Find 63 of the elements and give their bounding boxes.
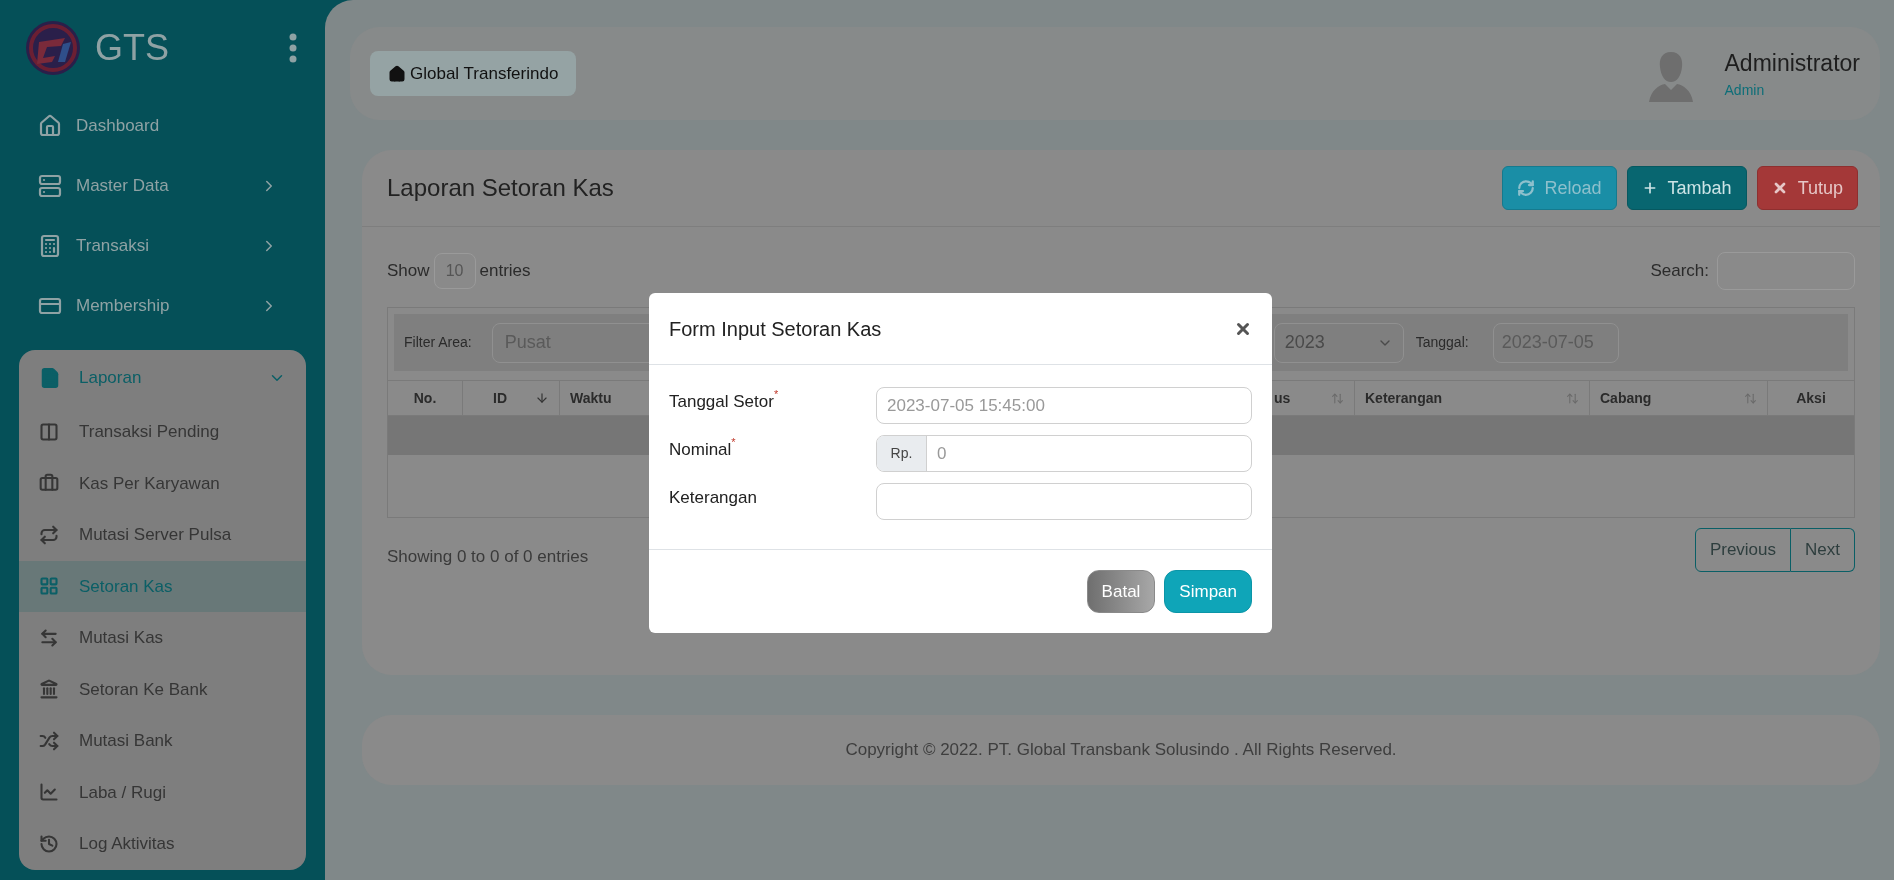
input-field[interactable]: 2023-07-05 15:45:00 bbox=[876, 387, 1252, 424]
field-label: Nominal bbox=[669, 440, 732, 461]
menu-icon bbox=[39, 782, 59, 803]
pagination-button[interactable]: Previous bbox=[1694, 528, 1792, 572]
document-icon bbox=[39, 367, 61, 389]
sidebar-item[interactable]: Transaksi bbox=[0, 216, 325, 276]
field-label: Tanggal Setor bbox=[669, 391, 774, 413]
column-header[interactable]: Keterangan bbox=[1355, 381, 1590, 415]
show-label: Show bbox=[387, 260, 430, 283]
menu-icon bbox=[38, 234, 62, 258]
table-info: Showing 0 to 0 of 0 entries bbox=[387, 546, 589, 569]
submenu-item[interactable]: Setoran Ke Bank bbox=[19, 663, 306, 715]
sidebar-item[interactable]: Master Data bbox=[0, 156, 325, 216]
input-field[interactable] bbox=[876, 483, 1252, 520]
sidebar-item[interactable]: Membership bbox=[0, 276, 325, 336]
menu-icon bbox=[39, 524, 59, 545]
refresh-icon bbox=[1516, 179, 1535, 197]
menu-icon bbox=[39, 730, 59, 751]
amount-field[interactable]: Rp. 0 bbox=[876, 435, 1252, 472]
user-name: Administrator bbox=[1724, 48, 1860, 78]
card-title: Laporan Setoran Kas bbox=[387, 173, 614, 203]
add-button[interactable]: Tambah bbox=[1626, 166, 1747, 210]
menu-icon bbox=[39, 679, 59, 700]
user-role: Admin bbox=[1724, 81, 1766, 101]
required-mark: * bbox=[773, 389, 779, 400]
menu-icon bbox=[39, 473, 59, 494]
kebab-menu-icon[interactable] bbox=[289, 33, 297, 63]
field-label: Keterangan bbox=[669, 487, 757, 509]
submenu-item[interactable]: Mutasi Bank bbox=[19, 715, 306, 767]
column-header[interactable]: ID bbox=[463, 381, 560, 415]
logo-icon bbox=[25, 20, 81, 76]
close-button[interactable]: Tutup bbox=[1756, 166, 1858, 210]
entries-label: entries bbox=[479, 260, 531, 283]
submenu-item[interactable]: Kas Per Karyawan bbox=[19, 457, 306, 509]
column-header[interactable]: Cabang bbox=[1590, 381, 1768, 415]
menu-icon bbox=[39, 833, 59, 854]
menu-icon bbox=[38, 174, 62, 198]
required-mark: * bbox=[731, 437, 736, 448]
pagination-button[interactable]: Next bbox=[1791, 528, 1855, 572]
home-icon bbox=[388, 64, 406, 83]
date-label: Tanggal: bbox=[1415, 333, 1469, 352]
menu-icon bbox=[39, 627, 59, 648]
column-header[interactable]: No. bbox=[388, 381, 463, 415]
column-header[interactable]: Aksi bbox=[1768, 381, 1854, 415]
brand-name: GTS bbox=[95, 26, 169, 70]
filter-area-label: Filter Area: bbox=[404, 333, 472, 352]
save-button[interactable]: Simpan bbox=[1164, 570, 1252, 613]
menu-icon bbox=[39, 576, 59, 597]
amount-input[interactable]: 0 bbox=[927, 436, 1251, 471]
menu-icon bbox=[38, 114, 62, 138]
breadcrumb-button[interactable]: Global Transferindo bbox=[370, 51, 577, 96]
submenu-item[interactable]: Log Aktivitas bbox=[19, 818, 306, 870]
copyright-text: Copyright © 2022. PT. Global Transbank Solusindo . All Rights Reserved. bbox=[845, 739, 1397, 762]
submenu-item[interactable]: Laba / Rugi bbox=[19, 766, 306, 818]
sidebar-item[interactable]: Dashboard bbox=[0, 96, 325, 156]
submenu-item[interactable]: Transaksi Pending bbox=[19, 406, 306, 458]
search-label: Search: bbox=[1650, 260, 1709, 283]
sidebar-item[interactable]: Laporan bbox=[19, 350, 306, 406]
menu-icon bbox=[39, 421, 59, 442]
cancel-button[interactable]: Batal bbox=[1086, 570, 1156, 613]
submenu-item[interactable]: Mutasi Server Pulsa bbox=[19, 509, 306, 561]
reload-button[interactable]: Reload bbox=[1501, 166, 1617, 210]
submenu-item[interactable]: Mutasi Kas bbox=[19, 612, 306, 664]
